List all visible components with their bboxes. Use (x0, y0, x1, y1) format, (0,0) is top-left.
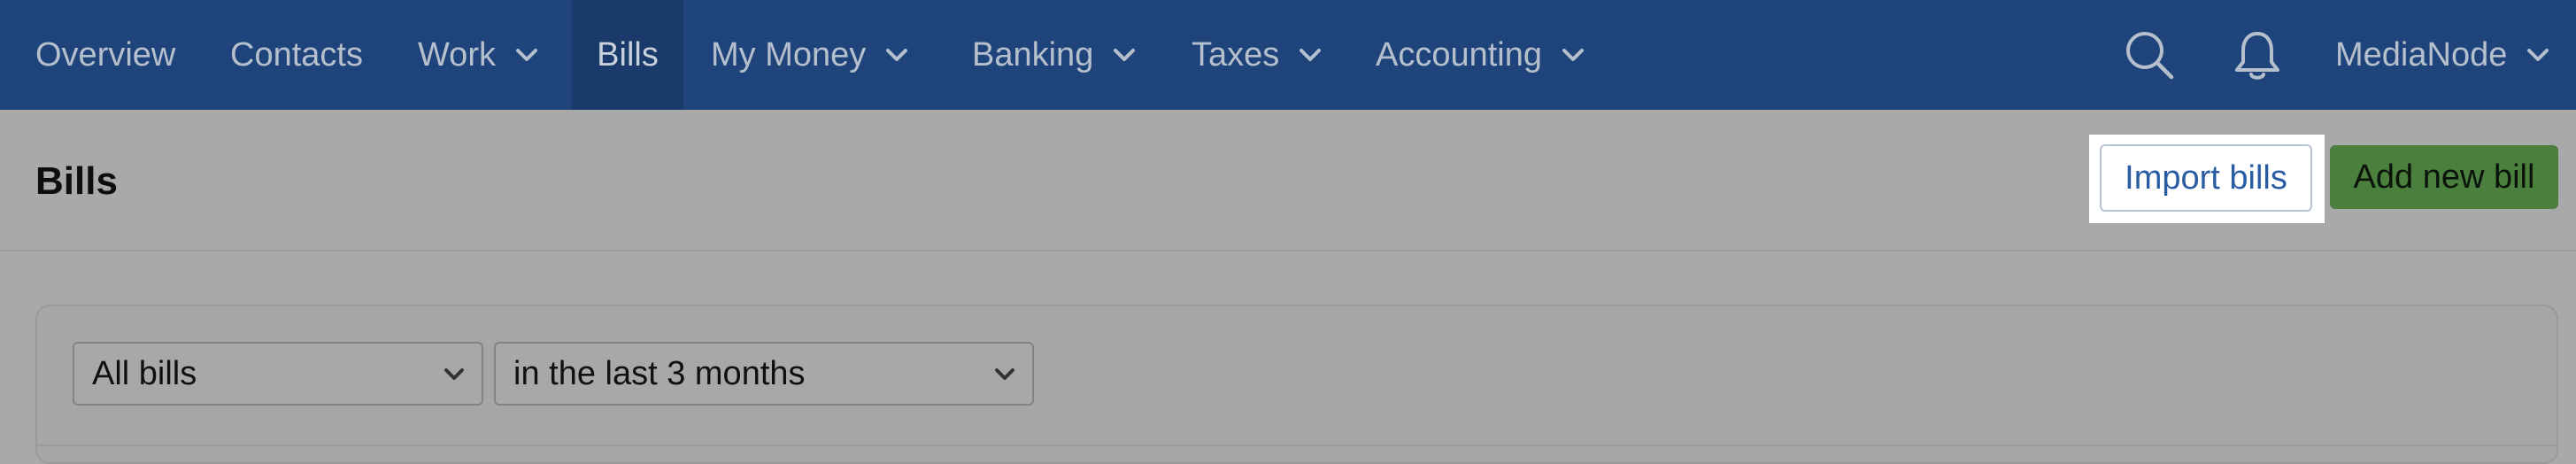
bill-type-select[interactable]: All bills (73, 342, 483, 406)
account-name: MediaNode (2335, 35, 2508, 73)
nav-bills-label: Bills (597, 35, 659, 73)
nav-banking-label: Banking (972, 35, 1094, 73)
chevron-down-icon (1562, 49, 1585, 61)
import-bills-button[interactable]: Import bills (2100, 144, 2312, 212)
nav-work-label: Work (418, 35, 496, 73)
import-bills-highlight: Import bills (2089, 135, 2325, 223)
nav-contacts-label: Contacts (230, 35, 363, 73)
chevron-down-icon (1300, 49, 1322, 61)
chevron-down-icon (2527, 49, 2549, 61)
bills-filter-card: All bills in the last 3 months (35, 305, 2558, 464)
nav-accounting-label: Accounting (1376, 35, 1543, 73)
card-divider (37, 445, 2557, 446)
nav-accounting[interactable]: Accounting (1376, 0, 1586, 110)
chevron-down-icon (995, 368, 1014, 380)
bell-icon[interactable] (2231, 28, 2284, 83)
nav-taxes[interactable]: Taxes (1192, 0, 1323, 110)
nav-contacts[interactable]: Contacts (230, 0, 363, 110)
date-range-value: in the last 3 months (513, 354, 806, 392)
date-range-select[interactable]: in the last 3 months (494, 342, 1034, 406)
account-menu[interactable]: MediaNode (2335, 0, 2551, 110)
add-new-bill-button[interactable]: Add new bill (2330, 145, 2558, 209)
search-icon[interactable] (2123, 28, 2176, 81)
nav-my-money[interactable]: My Money (711, 0, 910, 110)
bill-type-value: All bills (92, 354, 197, 392)
nav-banking[interactable]: Banking (972, 0, 1138, 110)
nav-bills[interactable]: Bills (572, 0, 683, 110)
nav-overview[interactable]: Overview (35, 0, 175, 110)
chevron-down-icon (444, 368, 464, 380)
nav-overview-label: Overview (35, 35, 176, 73)
chevron-down-icon (515, 49, 537, 61)
chevron-down-icon (1114, 49, 1136, 61)
nav-my-money-label: My Money (711, 35, 867, 73)
top-navigation: Overview Contacts Work Bills My Money Ba… (0, 0, 2576, 110)
chevron-down-icon (886, 49, 908, 61)
nav-taxes-label: Taxes (1192, 35, 1280, 73)
nav-work[interactable]: Work (418, 0, 540, 110)
page-title: Bills (35, 159, 118, 203)
